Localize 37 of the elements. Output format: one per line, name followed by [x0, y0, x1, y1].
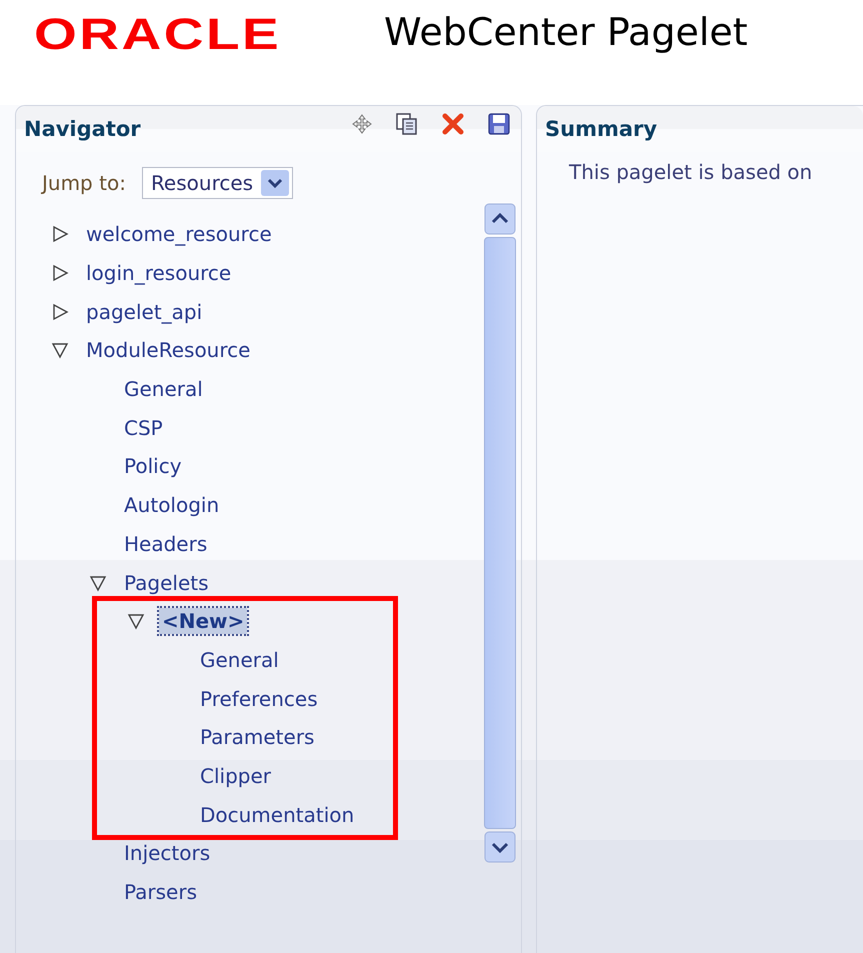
scroll-up-icon[interactable] — [484, 203, 516, 235]
tree-item[interactable]: Injectors — [121, 840, 214, 866]
expanded-triangle-icon[interactable] — [89, 574, 107, 592]
tree-item[interactable]: Policy — [121, 453, 185, 480]
tree-item[interactable]: Parsers — [121, 879, 200, 906]
expanded-triangle-icon[interactable] — [127, 612, 145, 630]
panel-title: Navigator — [24, 117, 141, 141]
copy-icon[interactable] — [395, 112, 419, 136]
tree-item[interactable]: welcome_resource — [83, 221, 275, 248]
tree-item[interactable]: General — [121, 376, 206, 402]
collapsed-triangle-icon[interactable] — [51, 225, 69, 244]
tree-item[interactable]: Clipper — [197, 762, 274, 789]
save-icon[interactable] — [487, 112, 511, 136]
panel-title: Summary — [545, 117, 658, 141]
move-icon[interactable] — [351, 113, 373, 135]
tree-item[interactable]: Parameters — [197, 724, 318, 750]
tree-item[interactable]: <New> — [159, 608, 248, 634]
scroll-down-icon[interactable] — [484, 831, 516, 863]
tree-item[interactable]: Pagelets — [121, 570, 212, 596]
app-title: WebCenter Pagelet — [384, 10, 748, 54]
collapsed-triangle-icon[interactable] — [51, 302, 69, 321]
tree-item[interactable]: pagelet_api — [83, 298, 206, 325]
collapsed-triangle-icon[interactable] — [51, 264, 69, 282]
tree-item[interactable]: General — [197, 646, 282, 673]
jump-to-dropdown[interactable]: Resources — [142, 167, 294, 199]
tree-item[interactable]: login_resource — [83, 260, 234, 286]
tree-item[interactable]: Documentation — [197, 802, 358, 828]
tree-item[interactable]: Preferences — [197, 686, 321, 712]
tree-item[interactable]: Autologin — [121, 492, 222, 518]
tree-item[interactable]: Headers — [121, 530, 210, 557]
summary-text: This pagelet is based on — [569, 160, 814, 184]
scroll-thumb[interactable] — [484, 237, 516, 829]
jump-to-label: Jump to: — [42, 171, 126, 195]
expanded-triangle-icon[interactable] — [51, 341, 69, 360]
tree-item[interactable]: ModuleResource — [83, 337, 254, 364]
tree-item[interactable]: CSP — [121, 414, 166, 441]
delete-icon[interactable] — [441, 112, 465, 136]
